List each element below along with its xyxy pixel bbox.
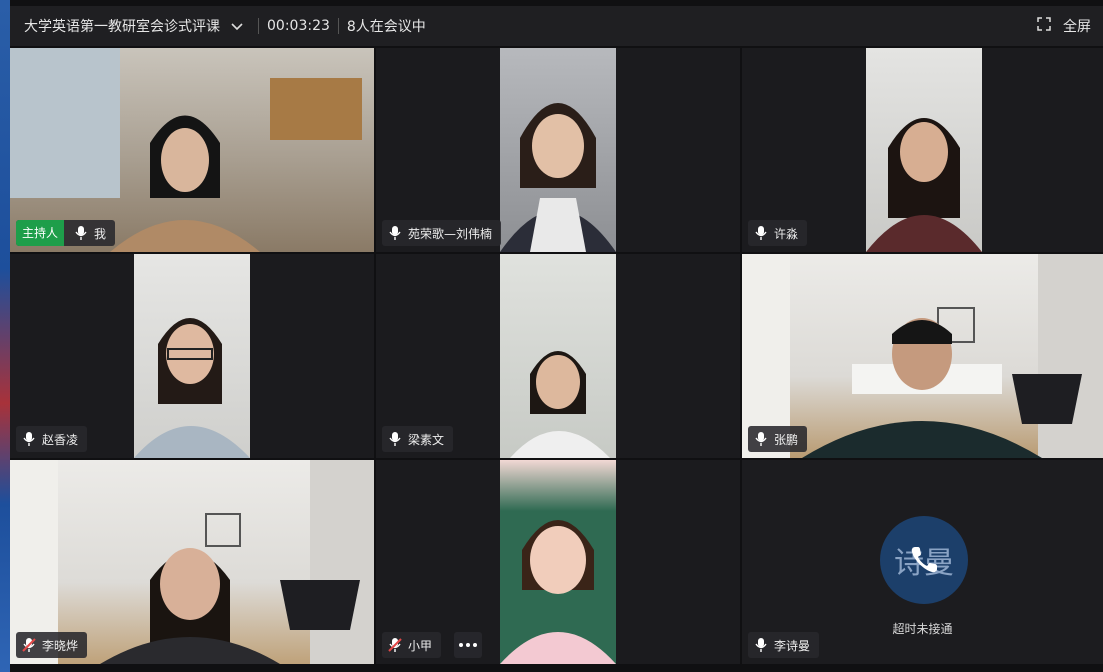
participant-name: 我 [94, 226, 107, 241]
dot [466, 643, 470, 647]
fullscreen-button[interactable]: 全屏 [1037, 16, 1091, 36]
phone-icon [911, 547, 937, 573]
microphone-muted-icon[interactable] [16, 632, 42, 658]
microphone-icon[interactable] [68, 220, 94, 246]
participant-silhouette [500, 520, 616, 664]
microphone-icon[interactable] [748, 220, 774, 246]
microphone-icon[interactable] [748, 632, 774, 658]
divider [258, 18, 259, 34]
dot [459, 643, 463, 647]
video-tile[interactable]: 诗曼 超时未接通 李诗曼 [742, 460, 1103, 664]
participant-name: 张鹏 [774, 432, 799, 447]
participant-name: 赵香凌 [42, 432, 79, 447]
more-options-button[interactable] [454, 632, 482, 658]
video-tile[interactable]: 小甲 [376, 460, 740, 664]
microphone-muted-icon[interactable] [382, 632, 408, 658]
participant-nametag: 李晓烨 [16, 632, 88, 658]
participant-nametag: 许淼 [748, 220, 808, 246]
participant-video [866, 48, 982, 252]
participant-nametag: 李诗曼 [748, 632, 820, 658]
participant-nametag: 梁素文 [382, 426, 454, 452]
participant-name: 许淼 [774, 226, 799, 241]
participant-nametag: 主持人 我 [16, 220, 116, 246]
participant-avatar: 诗曼 [880, 516, 968, 604]
participant-silhouette [134, 318, 250, 458]
meeting-topbar: 大学英语第一教研室会诊式评课 00:03:23 8人在会议中 全屏 [10, 6, 1103, 46]
fullscreen-icon [1037, 17, 1051, 35]
video-grid: 主持人 我 苑荣歌—刘伟楠 许淼 赵香凌 梁素文 张鹏 李晓烨 小甲 诗曼 超时… [10, 48, 1103, 668]
chevron-down-icon[interactable] [230, 20, 243, 32]
video-tile[interactable]: 苑荣歌—刘伟楠 [376, 48, 740, 252]
participant-name: 苑荣歌—刘伟楠 [408, 226, 493, 241]
desktop-background-strip [0, 0, 10, 672]
host-badge: 主持人 [16, 220, 65, 246]
video-tile[interactable]: 赵香凌 [10, 254, 374, 458]
participant-video [500, 48, 616, 252]
participant-name: 李晓烨 [42, 638, 79, 653]
participant-nametag: 小甲 [382, 632, 442, 658]
participant-name: 梁素文 [408, 432, 445, 447]
participant-video [500, 254, 616, 458]
meeting-title[interactable]: 大学英语第一教研室会诊式评课 [24, 16, 220, 36]
participant-silhouette [510, 351, 610, 458]
video-tile[interactable]: 梁素文 [376, 254, 740, 458]
meeting-timer: 00:03:23 [267, 18, 330, 34]
participant-nametag: 赵香凌 [16, 426, 88, 452]
participant-video [500, 460, 616, 664]
participant-silhouette [500, 103, 616, 252]
participant-name: 小甲 [408, 638, 433, 653]
microphone-icon[interactable] [16, 426, 42, 452]
microphone-icon[interactable] [382, 426, 408, 452]
video-tile[interactable]: 张鹏 [742, 254, 1103, 458]
video-tile[interactable]: 李晓烨 [10, 460, 374, 664]
participant-silhouette [866, 118, 982, 252]
video-tile[interactable]: 主持人 我 [10, 48, 374, 252]
participant-count: 8人在会议中 [346, 19, 426, 35]
divider [337, 18, 339, 34]
participant-nametag: 苑荣歌—刘伟楠 [382, 220, 502, 246]
dot [473, 643, 477, 647]
participant-video [134, 254, 250, 458]
meeting-window: 大学英语第一教研室会诊式评课 00:03:23 8人在会议中 全屏 主持人 我 … [0, 0, 1103, 672]
video-tile[interactable]: 许淼 [742, 48, 1103, 252]
microphone-icon[interactable] [382, 220, 408, 246]
participant-nametag: 张鹏 [748, 426, 808, 452]
fullscreen-label: 全屏 [1063, 19, 1091, 35]
participant-name: 李诗曼 [774, 638, 811, 653]
microphone-icon[interactable] [748, 426, 774, 452]
